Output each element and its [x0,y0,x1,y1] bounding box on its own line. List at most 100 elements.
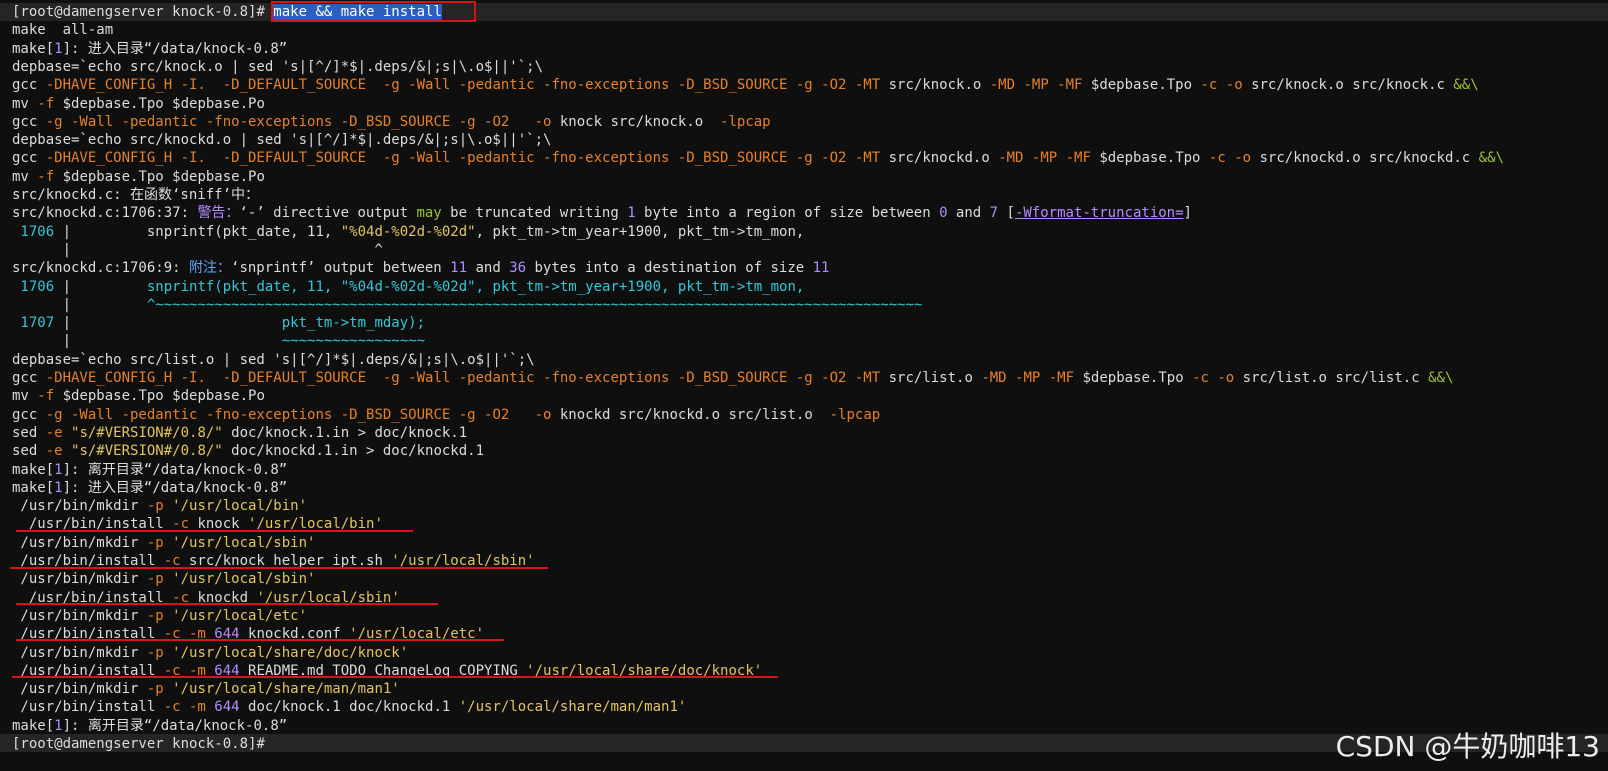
terminal-token: depbase=`echo src/knock.o | sed 's|[^/]*… [12,58,544,75]
terminal-token: [ [998,205,1015,222]
terminal-line: | ^ [12,241,383,259]
terminal-line: gcc -DHAVE_CONFIG_H -I. -D_DEFAULT_SOURC… [12,76,1479,94]
terminal-token: | ^ [12,241,383,258]
terminal-token: "%04d-%02d-%02d" [340,223,476,240]
terminal-line: make all-am [12,21,113,39]
terminal-token: 1 [54,717,63,734]
terminal-token: $depbase.Tpo $depbase.Po [54,95,265,112]
terminal-token: -MD -MP -MF [998,150,1091,167]
terminal-token: $depbase.Tpo $depbase.Po [54,388,265,405]
terminal-window[interactable]: [root@damengserver knock-0.8]# make && m… [0,0,1608,771]
terminal-token: mv [12,168,38,185]
terminal-token: [ [45,40,55,57]
terminal-token: /usr/bin/install [12,699,164,716]
terminal-token: ‘-’ directive output [239,205,417,222]
terminal-token: -f [37,388,55,405]
terminal-token: make all-am [12,22,114,39]
terminal-line: /usr/bin/mkdir -p '/usr/local/sbin' [12,570,315,588]
terminal-line: | ^~~~~~~~~~~~~~~~~~~~~~~~~~~~~~~~~~~~~~… [12,296,923,314]
terminal-token: bytes into a destination of size [526,260,813,277]
terminal-token: $depbase.Tpo $depbase.Po [54,168,265,185]
underline-install-conf [16,639,504,641]
terminal-token: $depbase.Tpo [1074,370,1193,386]
terminal-token: depbase=`echo src/list.o | sed 's|[^/]*$… [12,351,535,368]
terminal-token: 644 [214,699,240,716]
terminal-token: | [12,296,147,313]
terminal-token: knock src/knock.o [551,113,721,130]
terminal-token: -p [146,571,173,588]
terminal-token: make [12,461,46,478]
terminal-line: gcc -DHAVE_CONFIG_H -I. -D_DEFAULT_SOURC… [12,369,1453,387]
terminal-line: /usr/bin/mkdir -p '/usr/local/sbin' [12,534,315,552]
terminal-token: '/usr/local/etc' [172,607,308,624]
terminal-token: -c -m [163,699,215,716]
terminal-token: mv [12,388,38,405]
terminal-token: src/list.o src/list.c [1234,370,1429,386]
terminal-line: mv -f $depbase.Tpo $depbase.Po [12,387,265,405]
terminal-token: ~~~~~~~~~~~~~~~~~ [281,333,426,350]
terminal-token: 11 [812,260,830,277]
terminal-line: make[1]: 进入目录“/data/knock-0.8” [12,479,287,497]
underline-install-docs [12,676,778,678]
terminal-token: 1 [54,479,63,496]
terminal-token: [ [45,461,55,478]
underline-install-knockd [16,603,438,605]
terminal-line: 1706 | snprintf(pkt_date, 11, "%04d-%02d… [12,223,804,241]
terminal-token: [ [45,717,55,734]
underline-install-helper [10,567,548,569]
terminal-token: $depbase.Tpo [1090,150,1209,167]
terminal-token: '/usr/local/share/man/man1' [458,699,687,716]
terminal-token: make [12,479,46,496]
terminal-token: -c -o [1208,150,1252,167]
terminal-token: -lpcap [829,406,881,423]
terminal-token: -g -Wall -pedantic -fno-exceptions -D_BS… [45,113,552,130]
terminal-token: gcc [12,77,46,94]
terminal-token: src/knock.o [880,77,990,94]
terminal-token: src/knock.o src/knock.c [1242,77,1454,94]
terminal-token: "s/#VERSION#/0.8/" [71,424,223,441]
terminal-token: and [467,260,510,277]
terminal-token: /usr/bin/mkdir [12,534,147,551]
terminal-token: /usr/bin/mkdir [12,607,147,624]
terminal-token: ] [62,461,72,478]
terminal-token: -DHAVE_CONFIG_H -I. -D_DEFAULT_SOURCE -g… [45,370,881,386]
terminal-token: 1 [54,461,63,478]
terminal-token: src/knockd.c:1706:37: [12,205,198,222]
terminal-token: : 离开目录“/data/knock-0.8” [71,461,288,478]
terminal-line: /usr/bin/mkdir -p '/usr/local/share/man/… [12,680,399,698]
terminal-token: 11 [450,260,468,277]
terminal-token: make [12,40,46,57]
terminal-token: -c -o [1192,370,1235,386]
terminal-token: byte into a region of size between [635,205,940,222]
terminal-token: sed [12,424,46,441]
terminal-token: 1706 [12,223,63,240]
terminal-token: be truncated writing [441,205,628,222]
terminal-token: ] [62,479,72,496]
terminal-line: 1706 | snprintf(pkt_date, 11, "%04d-%02d… [12,278,804,296]
terminal-token: ] [1183,205,1192,222]
terminal-token: ] [62,40,72,57]
terminal-line: gcc -DHAVE_CONFIG_H -I. -D_DEFAULT_SOURC… [12,149,1504,167]
terminal-token: make [12,717,46,734]
terminal-token: -Wformat-truncation= [1014,205,1184,222]
terminal-token: | snprintf(pkt_date, 11, [62,223,341,240]
terminal-token: -p [146,534,173,551]
terminal-token: "s/#VERSION#/0.8/" [71,443,223,460]
terminal-token: /usr/bin/mkdir [12,681,147,698]
terminal-token: src/knockd.o src/knockd.c [1251,150,1479,167]
terminal-token: -f [37,168,55,185]
terminal-token: -p [146,607,173,624]
terminal-token: [root@damengserver knock-0.8] [12,736,257,752]
terminal-token: '/usr/local/sbin' [172,571,316,588]
terminal-token: 警告： [197,205,240,222]
terminal-token: -c -o [1200,77,1243,94]
terminal-token: [root@damengserver knock-0.8] [12,4,257,20]
terminal-token: ^~~~~~~~~~~~~~~~~~~~~~~~~~~~~~~~~~~~~~~~… [146,296,923,313]
terminal-line: /usr/bin/mkdir -p '/usr/local/bin' [12,497,307,515]
terminal-token: '/usr/local/sbin' [172,534,316,551]
terminal-line: /usr/bin/mkdir -p '/usr/local/share/doc/… [12,644,408,662]
terminal-line: depbase=`echo src/list.o | sed 's|[^/]*$… [12,351,535,369]
underline-install-knock [16,530,413,532]
terminal-token: 7 [989,205,999,222]
terminal-token: , pkt_tm->tm_year+1900, pkt_tm->tm_mon, [475,223,805,240]
